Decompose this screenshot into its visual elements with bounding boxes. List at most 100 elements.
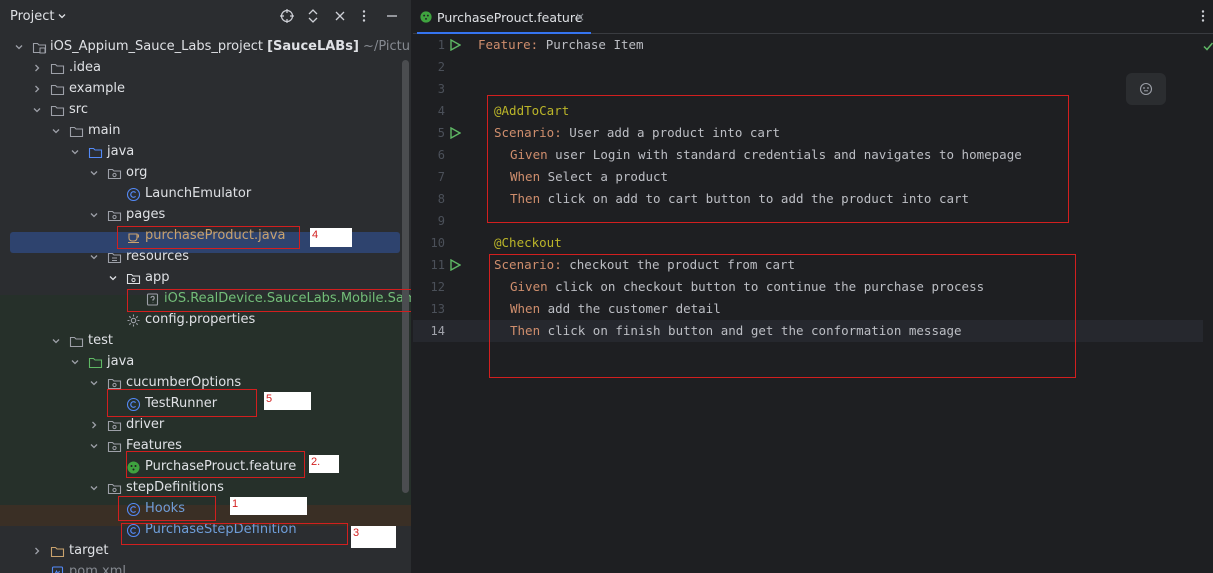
folder-icon xyxy=(50,103,65,118)
chevron-right-icon[interactable] xyxy=(32,84,42,94)
tree-item-label: org xyxy=(126,165,148,180)
code-line-5[interactable]: Scenario: User add a product into cart xyxy=(494,125,780,140)
project-tree-scrollbar[interactable] xyxy=(402,60,409,493)
line-number: 6 xyxy=(437,148,445,162)
tree-item-test[interactable]: test xyxy=(0,331,411,352)
chevron-down-icon[interactable] xyxy=(89,441,99,451)
unknown-file-icon xyxy=(145,292,160,307)
line-number: 8 xyxy=(437,192,445,206)
tree-item-label: resources xyxy=(126,249,190,264)
tree-item-ios-app-file[interactable]: iOS.RealDevice.SauceLabs.Mobile.Samp xyxy=(0,289,411,310)
code-line-8[interactable]: Then click on add to cart button to add … xyxy=(510,191,969,206)
line-number: 5 xyxy=(437,126,445,140)
tree-item-idea[interactable]: .idea xyxy=(0,58,411,79)
code-line-10[interactable]: @Checkout xyxy=(494,235,562,250)
chevron-down-icon[interactable] xyxy=(70,357,80,367)
tree-item-label: src xyxy=(69,102,88,117)
line-number: 13 xyxy=(430,302,445,316)
package-icon xyxy=(107,418,122,433)
tree-item-label: target xyxy=(69,543,109,558)
tree-item-hooks[interactable]: Hooks xyxy=(0,499,411,520)
tree-item-features[interactable]: Features xyxy=(0,436,411,457)
chevron-down-icon[interactable] xyxy=(89,252,99,262)
java-class-icon xyxy=(126,397,141,412)
tree-item-label: pages xyxy=(126,207,166,222)
project-panel-title[interactable]: Project xyxy=(10,9,54,24)
project-panel: Project iOS_Appium_Sauce_Labs_project [S… xyxy=(0,0,412,573)
maven-file-icon xyxy=(50,565,65,573)
chevron-down-icon[interactable] xyxy=(89,168,99,178)
chevron-down-icon[interactable] xyxy=(51,126,61,136)
tree-item-label: LaunchEmulator xyxy=(145,186,252,201)
code-line-14[interactable]: Then click on finish button and get the … xyxy=(510,323,962,338)
expand-collapse-icon[interactable] xyxy=(305,8,321,24)
tree-item-launch-emulator[interactable]: LaunchEmulator xyxy=(0,184,411,205)
code-line-6[interactable]: Given user Login with standard credentia… xyxy=(510,147,1022,162)
code-line-13[interactable]: When add the customer detail xyxy=(510,301,721,316)
more-options-icon[interactable] xyxy=(356,8,372,24)
tree-item-resources[interactable]: resources xyxy=(0,247,411,268)
line-number: 12 xyxy=(430,280,445,294)
tree-item-label: java xyxy=(107,354,135,369)
chevron-down-icon[interactable] xyxy=(89,378,99,388)
tree-item-org[interactable]: org xyxy=(0,163,411,184)
tree-item-java-main[interactable]: java xyxy=(0,142,411,163)
floating-toolbar-button[interactable] xyxy=(1126,73,1166,105)
tree-item-cucumber-options[interactable]: cucumberOptions xyxy=(0,373,411,394)
package-icon xyxy=(107,481,122,496)
tree-item-java-test[interactable]: java xyxy=(0,352,411,373)
chevron-down-icon[interactable] xyxy=(70,147,80,157)
locate-icon[interactable] xyxy=(279,8,295,24)
chevron-down-icon[interactable] xyxy=(89,210,99,220)
tree-item-label: driver xyxy=(126,417,165,432)
code-line-11[interactable]: Scenario: checkout the product from cart xyxy=(494,257,795,272)
chevron-right-icon[interactable] xyxy=(32,546,42,556)
tab-purchase-feature[interactable]: PurchaseProuct.feature × xyxy=(417,4,591,34)
tree-item-step-definitions[interactable]: stepDefinitions xyxy=(0,478,411,499)
package-icon xyxy=(107,376,122,391)
folder-icon xyxy=(69,124,84,139)
cucumber-icon xyxy=(126,460,141,475)
java-class-icon xyxy=(126,502,141,517)
package-icon xyxy=(107,166,122,181)
tab-label: PurchaseProuct.feature xyxy=(437,10,583,25)
run-icon[interactable] xyxy=(449,127,461,139)
code-line-1[interactable]: Feature: Purchase Item xyxy=(478,37,644,52)
code-line-4[interactable]: @AddToCart xyxy=(494,103,569,118)
tree-item-config-properties[interactable]: config.properties xyxy=(0,310,411,331)
run-icon[interactable] xyxy=(449,259,461,271)
close-icon[interactable] xyxy=(332,8,348,24)
line-number: 3 xyxy=(437,82,445,96)
tree-item-pages[interactable]: pages xyxy=(0,205,411,226)
run-icon[interactable] xyxy=(449,39,461,51)
chevron-down-icon[interactable] xyxy=(32,105,42,115)
tree-item-label: cucumberOptions xyxy=(126,375,242,390)
tree-item-pom-xml[interactable]: pom.xml xyxy=(0,562,411,573)
minimize-icon[interactable] xyxy=(384,8,400,24)
tree-item-project-root[interactable]: iOS_Appium_Sauce_Labs_project [SauceLABs… xyxy=(0,37,411,58)
line-number: 7 xyxy=(437,170,445,184)
tree-item-src[interactable]: src xyxy=(0,100,411,121)
chevron-down-icon[interactable] xyxy=(57,10,67,20)
tree-item-purchase-feature[interactable]: PurchaseProuct.feature xyxy=(0,457,411,478)
chevron-right-icon[interactable] xyxy=(89,420,99,430)
tree-item-app[interactable]: app xyxy=(0,268,411,289)
code-line-12[interactable]: Given click on checkout button to contin… xyxy=(510,279,984,294)
chevron-right-icon[interactable] xyxy=(32,63,42,73)
more-options-icon[interactable] xyxy=(1195,8,1211,24)
chevron-down-icon[interactable] xyxy=(51,336,61,346)
tree-item-label: pom.xml xyxy=(69,564,126,573)
tab-close-button[interactable]: × xyxy=(575,10,585,24)
chevron-down-icon[interactable] xyxy=(14,42,24,52)
tree-item-example[interactable]: example xyxy=(0,79,411,100)
tree-item-label: main xyxy=(88,123,121,138)
chevron-down-icon[interactable] xyxy=(108,273,118,283)
code-line-7[interactable]: When Select a product xyxy=(510,169,668,184)
annotation-box-checkout-scenario xyxy=(489,254,1076,378)
ai-assistant-icon xyxy=(1139,82,1153,96)
tree-item-main[interactable]: main xyxy=(0,121,411,142)
chevron-down-icon[interactable] xyxy=(89,483,99,493)
folder-icon xyxy=(50,544,65,559)
tree-item-test-runner[interactable]: TestRunner xyxy=(0,394,411,415)
tree-item-driver[interactable]: driver xyxy=(0,415,411,436)
